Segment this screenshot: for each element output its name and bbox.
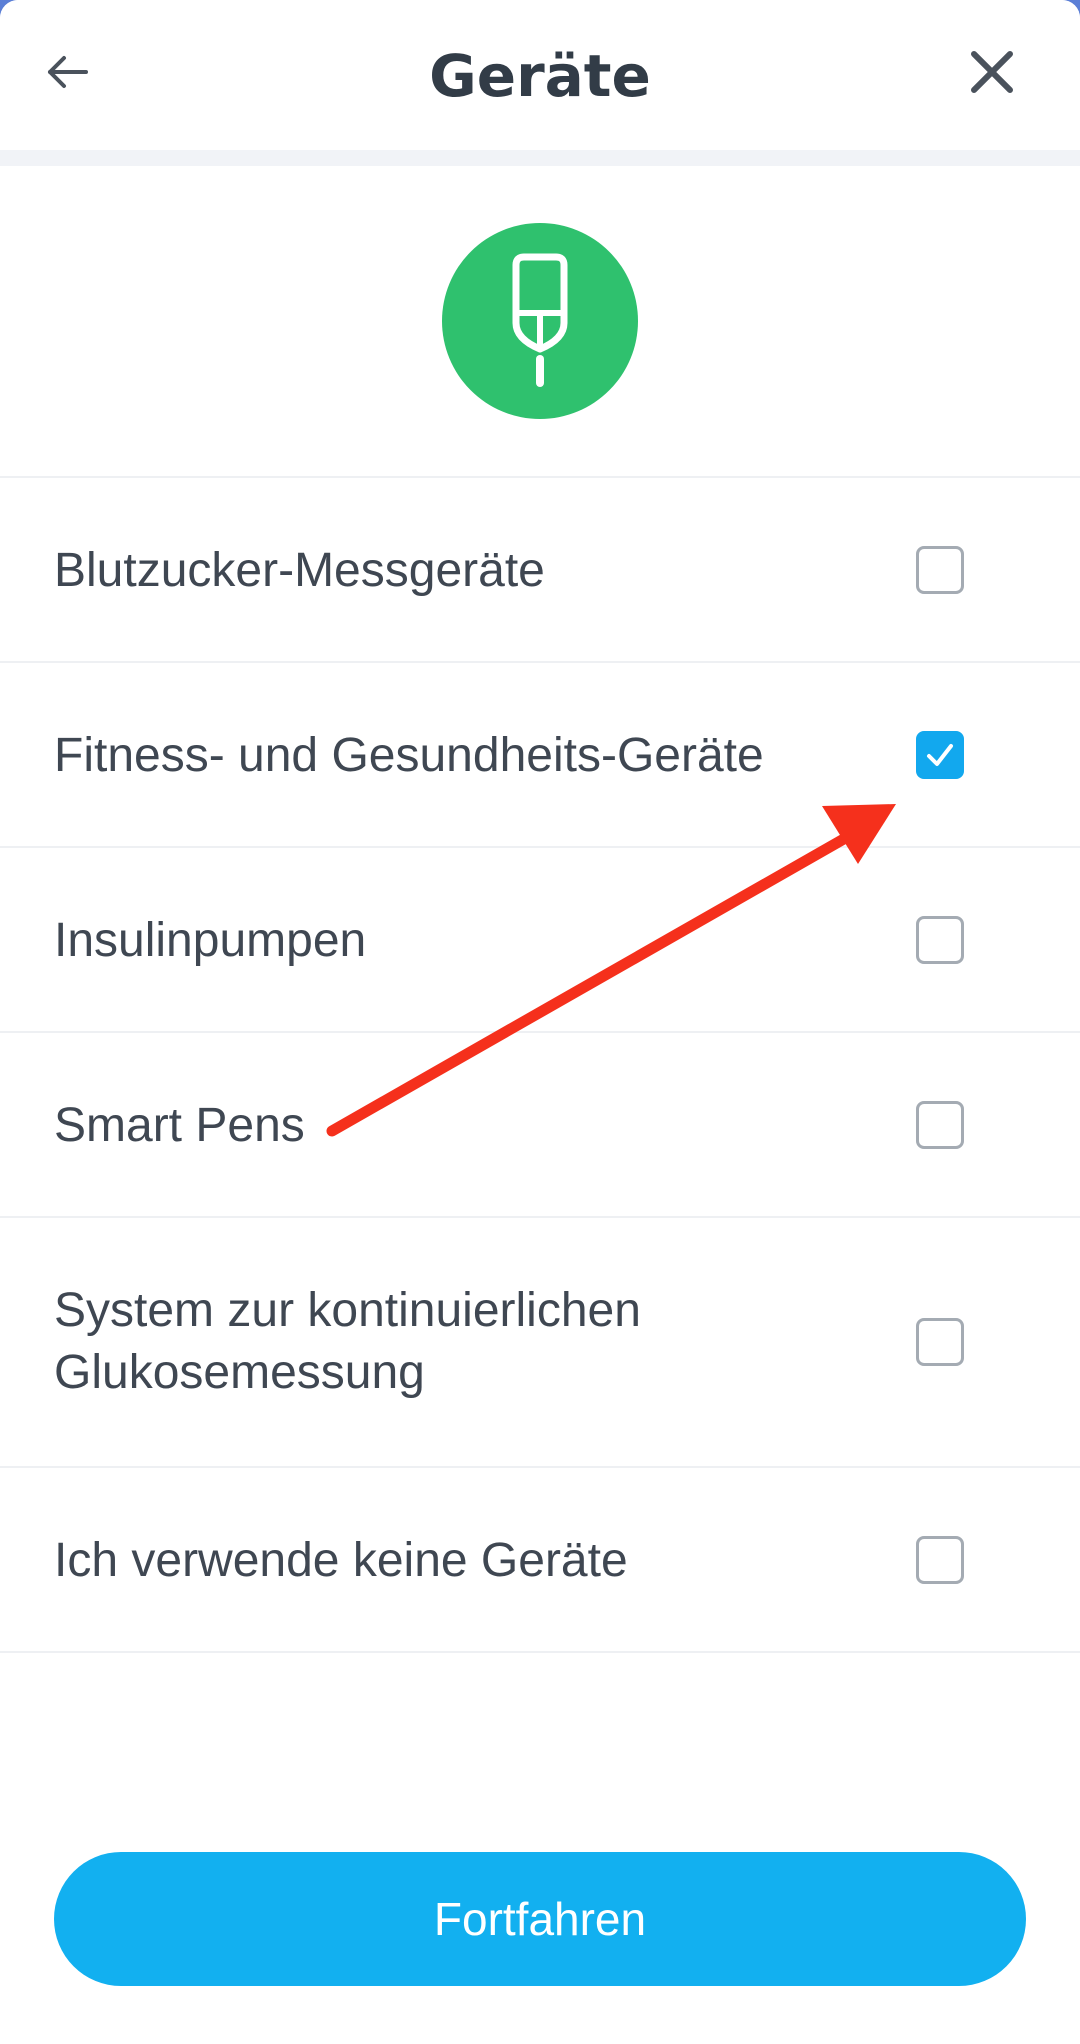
header-divider [0, 150, 1080, 166]
device-label: Ich verwende keine Geräte [54, 1534, 628, 1587]
device-label: Insulinpumpen [54, 914, 367, 967]
device-row-smart-pens[interactable]: Smart Pens [0, 1033, 1080, 1218]
devices-screen: Geräte Blutzucker-Messgeräte Fitness- un… [0, 0, 1080, 2044]
device-checkbox[interactable] [916, 1318, 964, 1366]
device-label: System zur kontinuierlichen Glukosemessu… [54, 1284, 641, 1399]
device-row-no-devices[interactable]: Ich verwende keine Geräte [0, 1468, 1080, 1653]
device-label: Fitness- und Gesundheits-Geräte [54, 729, 764, 782]
device-checkbox[interactable] [916, 1101, 964, 1149]
device-checkbox[interactable] [916, 546, 964, 594]
device-list: Blutzucker-Messgeräte Fitness- und Gesun… [0, 476, 1080, 1653]
device-checkbox[interactable] [916, 731, 964, 779]
glucose-meter-icon [512, 253, 568, 387]
device-row-blood-glucose-meters[interactable]: Blutzucker-Messgeräte [0, 478, 1080, 663]
page-title: Geräte [429, 42, 651, 110]
close-button[interactable] [960, 40, 1024, 104]
device-checkbox[interactable] [916, 1536, 964, 1584]
checkmark-icon [927, 744, 953, 766]
header-bar: Geräte [0, 0, 1080, 150]
continue-button[interactable]: Fortfahren [54, 1852, 1026, 1986]
device-row-insulin-pumps[interactable]: Insulinpumpen [0, 848, 1080, 1033]
device-row-fitness-health[interactable]: Fitness- und Gesundheits-Geräte [0, 663, 1080, 848]
glucose-meter-badge [442, 223, 638, 419]
device-checkbox[interactable] [916, 916, 964, 964]
device-label: Blutzucker-Messgeräte [54, 544, 545, 597]
device-label: Smart Pens [54, 1099, 305, 1152]
close-icon [971, 51, 1013, 93]
device-row-cgm-system[interactable]: System zur kontinuierlichen Glukosemessu… [0, 1218, 1080, 1468]
